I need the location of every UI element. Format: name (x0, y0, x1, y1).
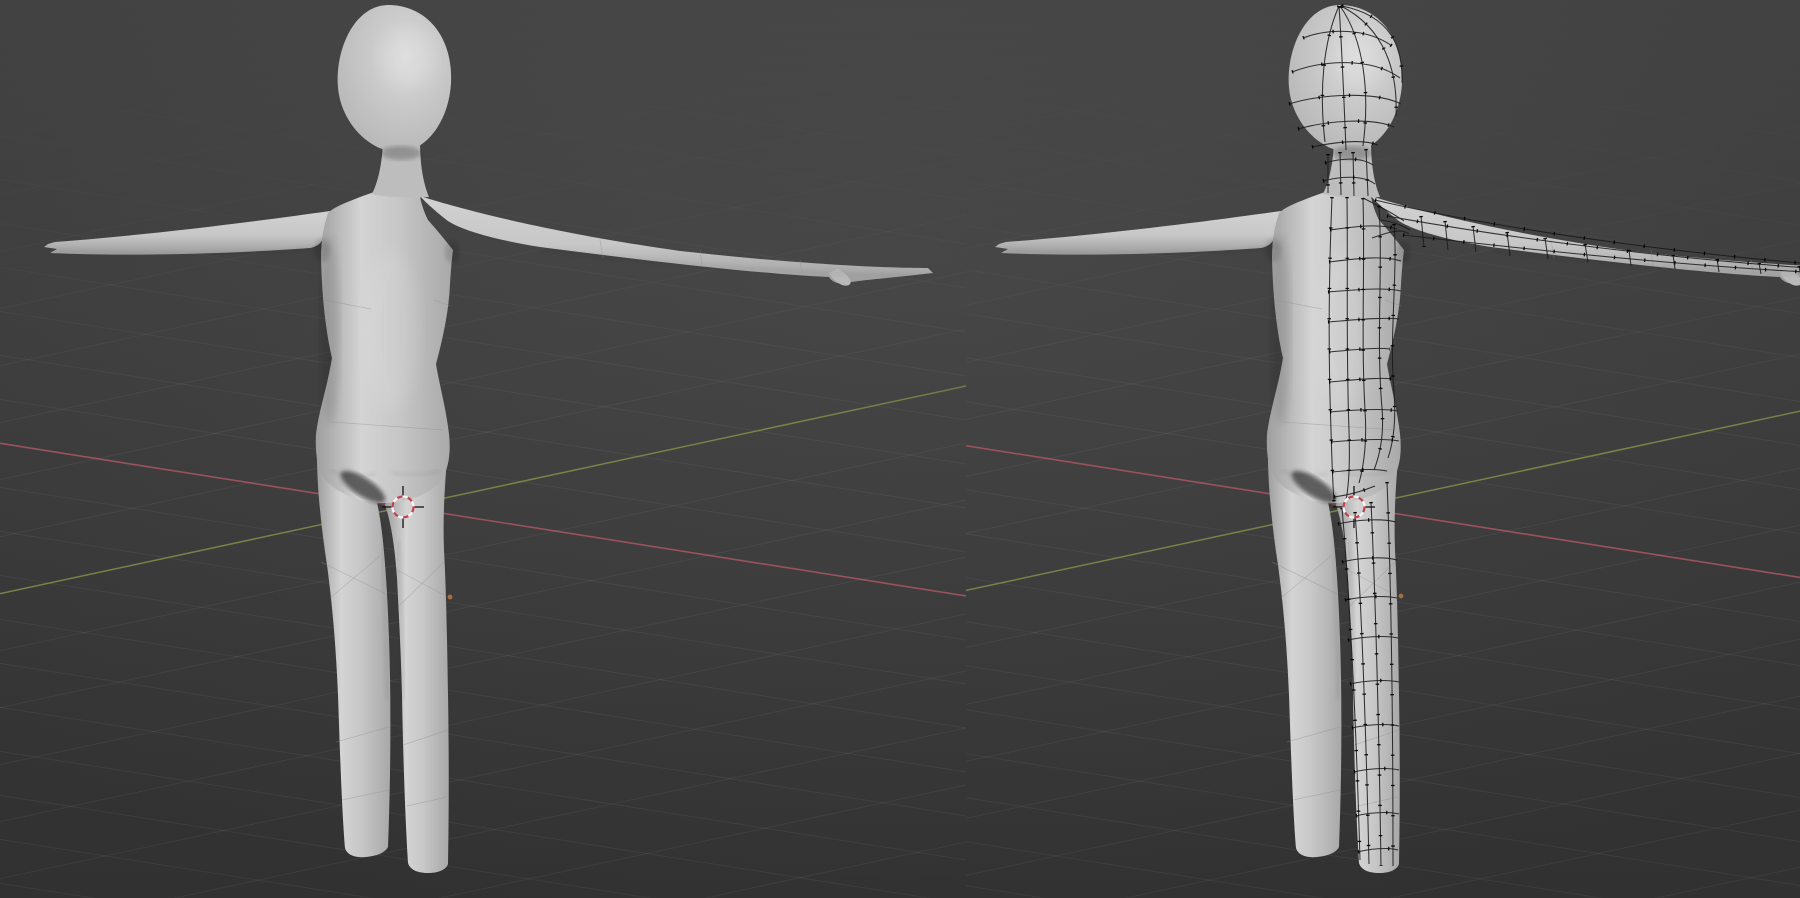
blender-3d-viewport[interactable] (0, 0, 1800, 898)
viewport-composite (0, 0, 1800, 898)
origin-dot (448, 595, 453, 600)
origin-dot (1399, 594, 1404, 599)
